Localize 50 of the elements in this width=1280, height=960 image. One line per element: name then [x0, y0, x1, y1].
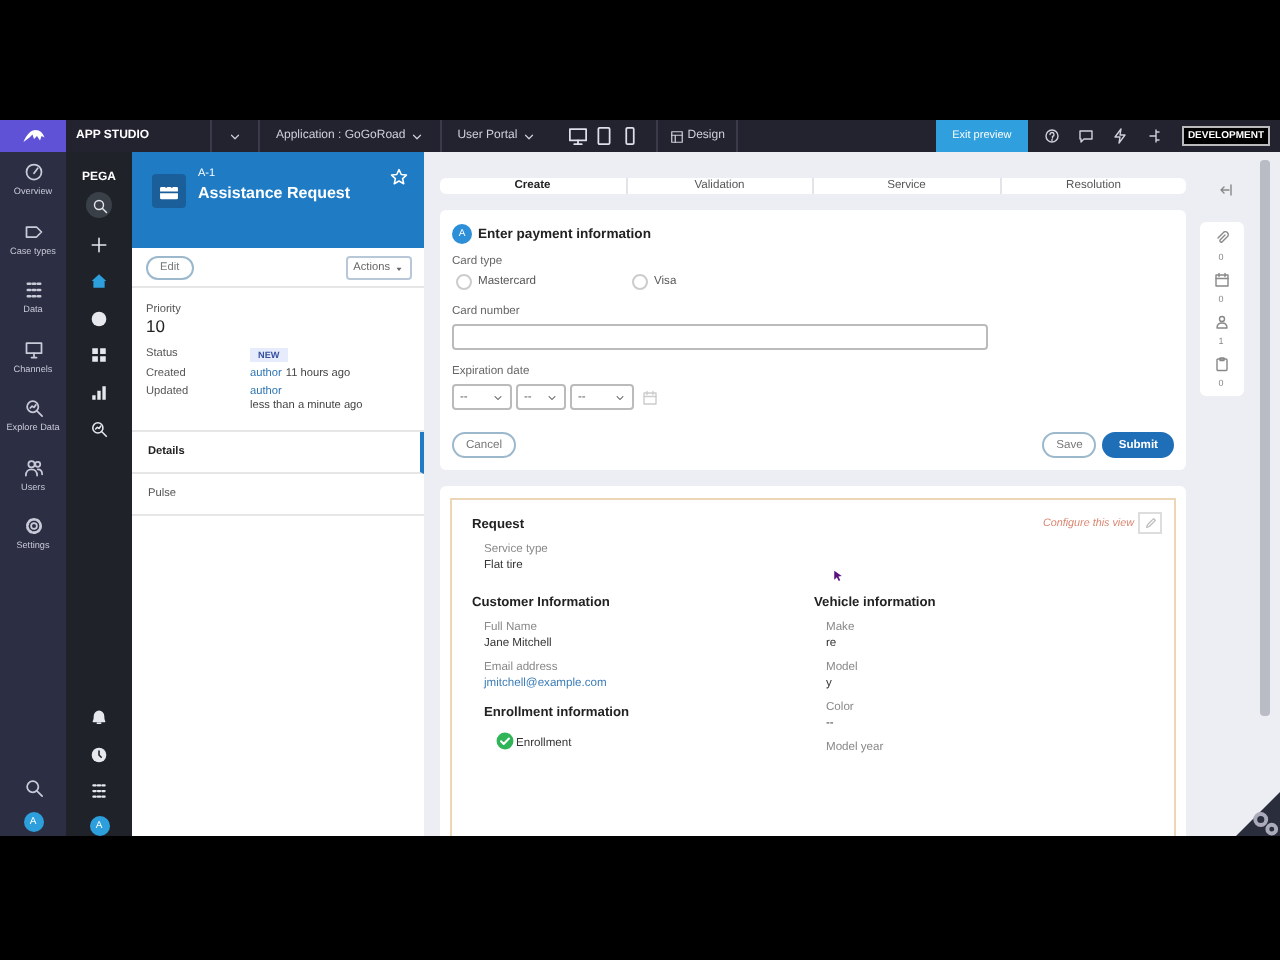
radio-circle[interactable]	[456, 274, 472, 290]
paperclip-icon	[1213, 230, 1229, 246]
pencil-icon	[1143, 516, 1157, 530]
card-number-field[interactable]	[452, 324, 988, 350]
bell-icon[interactable]	[90, 708, 108, 727]
monitor-icon[interactable]	[567, 126, 588, 146]
collapse-icon[interactable]	[1217, 182, 1233, 198]
lightning-icon[interactable]	[1111, 128, 1128, 144]
case-title: Assistance Request	[198, 184, 353, 202]
hierarchy-icon[interactable]	[1145, 128, 1162, 144]
gauge-icon	[23, 162, 43, 182]
chat-icon[interactable]	[1077, 128, 1094, 144]
disc-icon	[90, 309, 108, 328]
clock-icon[interactable]	[90, 745, 108, 764]
phone-icon[interactable]	[619, 126, 640, 146]
star-icon[interactable]	[390, 168, 408, 186]
gears-icon	[1236, 792, 1280, 836]
clipboard-icon	[1213, 356, 1229, 372]
chevron-down-icon	[546, 391, 558, 403]
plus-icon	[90, 235, 108, 254]
users-icon	[23, 457, 43, 477]
home-icon	[90, 272, 108, 291]
search-icon[interactable]	[23, 778, 43, 798]
help-icon[interactable]	[1043, 128, 1060, 144]
scrollbar-thumb[interactable]	[1260, 160, 1270, 716]
layout-icon	[669, 129, 684, 143]
settings-icon	[23, 516, 43, 536]
monitor-icon	[23, 339, 43, 359]
chevron-down-icon	[492, 391, 504, 403]
tiles-icon	[90, 346, 108, 365]
bar-chart-icon	[90, 383, 108, 402]
caret-icon	[394, 263, 404, 273]
radio-circle[interactable]	[632, 274, 648, 290]
magnifier-icon	[23, 398, 43, 418]
calendar-icon	[1213, 272, 1229, 288]
search-icon	[91, 197, 107, 213]
magnifier-icon	[90, 420, 108, 439]
person-icon	[1213, 314, 1229, 330]
logo-tile[interactable]	[0, 120, 66, 152]
chevron-down-icon	[614, 391, 626, 403]
grid-icon	[23, 280, 43, 300]
chevron-down-icon	[409, 129, 424, 143]
cursor-icon	[832, 568, 844, 584]
search-nav-button[interactable]	[86, 192, 112, 218]
tablet-icon[interactable]	[593, 126, 614, 146]
chevron-down-icon	[228, 129, 242, 143]
priority-value: 10	[146, 316, 167, 336]
apps-icon[interactable]	[90, 782, 108, 801]
tag-icon	[23, 221, 43, 241]
chevron-down-icon	[521, 129, 536, 143]
